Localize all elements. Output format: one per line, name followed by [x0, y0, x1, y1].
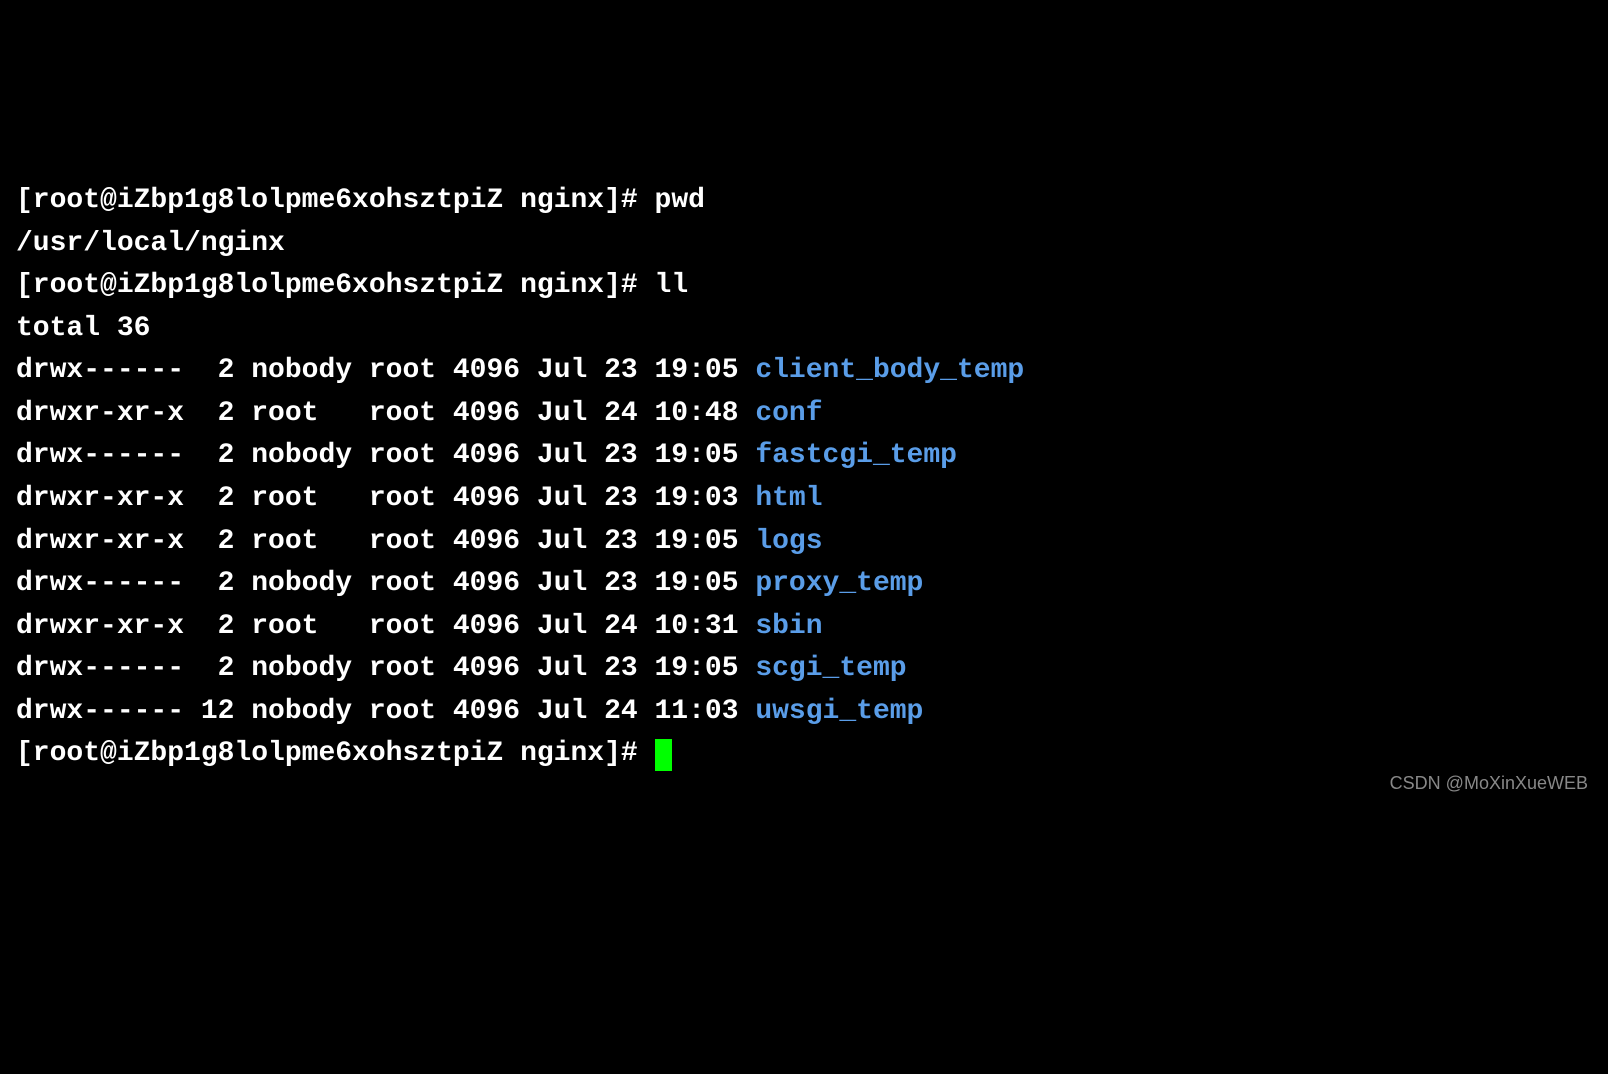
- file-meta: drwxr-xr-x 2 root root 4096 Jul 24 10:31: [16, 611, 755, 642]
- dir-name: proxy_temp: [755, 568, 923, 599]
- file-meta: drwx------ 2 nobody root 4096 Jul 23 19:…: [16, 440, 755, 471]
- dir-name: uwsgi_temp: [755, 696, 923, 727]
- file-meta: drwxr-xr-x 2 root root 4096 Jul 23 19:03: [16, 483, 755, 514]
- ls-entry: drwxr-xr-x 2 root root 4096 Jul 23 19:03…: [16, 478, 1592, 521]
- file-meta: drwxr-xr-x 2 root root 4096 Jul 23 19:05: [16, 526, 755, 557]
- dir-name: html: [755, 483, 822, 514]
- ls-entry: drwx------ 2 nobody root 4096 Jul 23 19:…: [16, 435, 1592, 478]
- ls-entry: drwxr-xr-x 2 root root 4096 Jul 23 19:05…: [16, 521, 1592, 564]
- shell-prompt: [root@iZbp1g8lolpme6xohsztpiZ nginx]#: [16, 738, 655, 769]
- dir-name: conf: [755, 398, 822, 429]
- dir-name: client_body_temp: [755, 355, 1024, 386]
- ls-entry: drwx------ 12 nobody root 4096 Jul 24 11…: [16, 691, 1592, 734]
- dir-name: fastcgi_temp: [755, 440, 957, 471]
- command-pwd: pwd: [655, 185, 705, 216]
- ls-entry: drwxr-xr-x 2 root root 4096 Jul 24 10:31…: [16, 606, 1592, 649]
- file-meta: drwxr-xr-x 2 root root 4096 Jul 24 10:48: [16, 398, 755, 429]
- ls-entry: drwx------ 2 nobody root 4096 Jul 23 19:…: [16, 563, 1592, 606]
- ls-entry: drwxr-xr-x 2 root root 4096 Jul 24 10:48…: [16, 393, 1592, 436]
- file-meta: drwx------ 2 nobody root 4096 Jul 23 19:…: [16, 568, 755, 599]
- file-meta: drwx------ 2 nobody root 4096 Jul 23 19:…: [16, 653, 755, 684]
- file-meta: drwx------ 2 nobody root 4096 Jul 23 19:…: [16, 355, 755, 386]
- ls-entry: drwx------ 2 nobody root 4096 Jul 23 19:…: [16, 648, 1592, 691]
- shell-prompt: [root@iZbp1g8lolpme6xohsztpiZ nginx]#: [16, 270, 655, 301]
- total-line: total 36: [16, 308, 1592, 351]
- ls-entry: drwx------ 2 nobody root 4096 Jul 23 19:…: [16, 350, 1592, 393]
- shell-prompt: [root@iZbp1g8lolpme6xohsztpiZ nginx]#: [16, 185, 655, 216]
- dir-name: sbin: [755, 611, 822, 642]
- watermark-text: CSDN @MoXinXueWEB: [1390, 770, 1588, 797]
- pwd-output: /usr/local/nginx: [16, 223, 1592, 266]
- command-ll: ll: [655, 270, 689, 301]
- dir-name: scgi_temp: [755, 653, 906, 684]
- cursor-icon[interactable]: [655, 739, 672, 771]
- terminal-output[interactable]: [root@iZbp1g8lolpme6xohsztpiZ nginx]# pw…: [16, 180, 1592, 776]
- file-meta: drwx------ 12 nobody root 4096 Jul 24 11…: [16, 696, 755, 727]
- dir-name: logs: [755, 526, 822, 557]
